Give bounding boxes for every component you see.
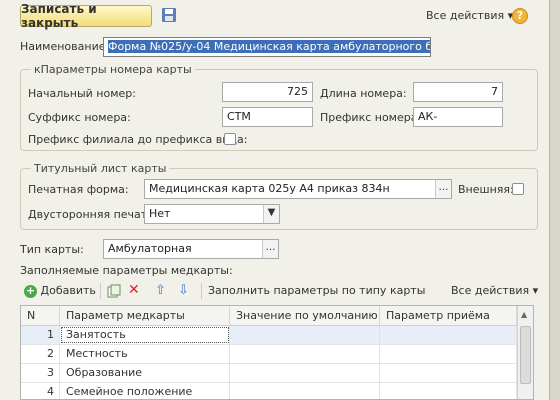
row-default[interactable]: [230, 364, 380, 382]
row-reception[interactable]: [380, 364, 517, 382]
start-number-input[interactable]: 725: [222, 82, 313, 102]
params-section-label: Заполняемые параметры медкарты:: [20, 264, 233, 277]
branch-prefix-checkbox[interactable]: [224, 133, 236, 145]
suffix-label: Суффикс номера:: [28, 111, 131, 124]
add-button[interactable]: + Добавить: [24, 284, 96, 298]
start-number-label: Начальный номер:: [28, 87, 136, 100]
duplex-select[interactable]: Нет: [144, 204, 280, 224]
name-label: Наименование:: [20, 40, 110, 53]
row-number: 1: [21, 326, 60, 344]
table-row[interactable]: 3 Образование: [21, 364, 517, 383]
help-icon[interactable]: ?: [512, 8, 528, 24]
print-form-input[interactable]: Медицинская карта 025у А4 приказ 834н: [144, 179, 452, 199]
external-label: Внешняя:: [458, 183, 514, 196]
copy-icon[interactable]: [107, 284, 121, 298]
scroll-up-icon[interactable]: ▲: [521, 310, 527, 319]
row-reception[interactable]: [380, 383, 517, 399]
row-reception[interactable]: [380, 345, 517, 363]
row-number: 3: [21, 364, 60, 382]
row-default[interactable]: [230, 383, 380, 399]
row-param[interactable]: Семейное положение: [60, 383, 230, 399]
column-header-reception[interactable]: Параметр приёма: [380, 306, 517, 326]
card-type-label: Тип карты:: [20, 243, 84, 256]
name-input[interactable]: Форма №025/у-04 Медицинская карта амбула…: [103, 37, 431, 57]
card-type-input[interactable]: Амбулаторная: [103, 239, 279, 259]
toolbar-divider: [100, 283, 101, 299]
move-up-icon[interactable]: ⇧: [155, 283, 166, 298]
toolbar-divider: [201, 283, 202, 299]
branch-prefix-label: Префикс филиала до префикса вида:: [28, 133, 248, 146]
number-length-input[interactable]: 7: [413, 82, 503, 102]
window-edge: [549, 0, 560, 400]
prefix-input[interactable]: АК-: [413, 107, 503, 127]
print-form-label: Печатная форма:: [28, 183, 129, 196]
row-param[interactable]: Занятость: [60, 326, 230, 344]
card-type-select-button[interactable]: …: [262, 240, 278, 258]
dropdown-arrow-icon: ▾: [532, 284, 539, 297]
column-header-default[interactable]: Значение по умолчанию: [230, 306, 380, 326]
row-reception[interactable]: [380, 326, 517, 344]
table-scrollbar[interactable]: ▲: [517, 306, 533, 399]
suffix-input[interactable]: СТМ: [222, 107, 313, 127]
all-actions-menu[interactable]: Все действия ▾: [426, 9, 513, 22]
table-row[interactable]: 1 Занятость: [21, 326, 517, 345]
row-number: 2: [21, 345, 60, 363]
row-param[interactable]: Местность: [60, 345, 230, 363]
number-length-label: Длина номера:: [320, 87, 407, 100]
row-param[interactable]: Образование: [60, 364, 230, 382]
scrollbar-thumb[interactable]: [520, 326, 531, 384]
column-header-n[interactable]: N: [21, 306, 60, 326]
duplex-label: Двусторонняя печать:: [28, 208, 158, 221]
fill-by-type-button[interactable]: Заполнить параметры по типу карты: [208, 284, 425, 297]
table-row[interactable]: 4 Семейное положение: [21, 383, 517, 399]
title-page-group-title: Титульный лист карты: [31, 162, 170, 175]
external-checkbox[interactable]: [512, 183, 524, 195]
table-all-actions-menu[interactable]: Все действия ▾: [451, 284, 538, 297]
save-icon[interactable]: [161, 7, 179, 25]
delete-icon[interactable]: ✕: [128, 282, 140, 298]
save-and-close-button[interactable]: Записать и закрыть: [20, 2, 152, 30]
row-number: 4: [21, 383, 60, 399]
prefix-label: Префикс номера:: [320, 111, 422, 124]
add-icon: +: [24, 283, 37, 298]
move-down-icon[interactable]: ⇩: [178, 283, 189, 298]
chevron-down-icon[interactable]: ▼: [263, 205, 279, 223]
row-default[interactable]: [230, 345, 380, 363]
table-row[interactable]: 2 Местность: [21, 345, 517, 364]
column-header-param[interactable]: Параметр медкарты: [60, 306, 230, 326]
row-default[interactable]: [230, 326, 380, 344]
card-number-group-title: кПараметры номера карты: [31, 63, 195, 76]
params-table: N Параметр медкарты Значение по умолчани…: [20, 305, 534, 400]
params-toolbar: + Добавить ✕ ⇧ ⇩ Заполнить параметры по …: [20, 281, 538, 301]
print-form-select-button[interactable]: …: [435, 180, 451, 198]
